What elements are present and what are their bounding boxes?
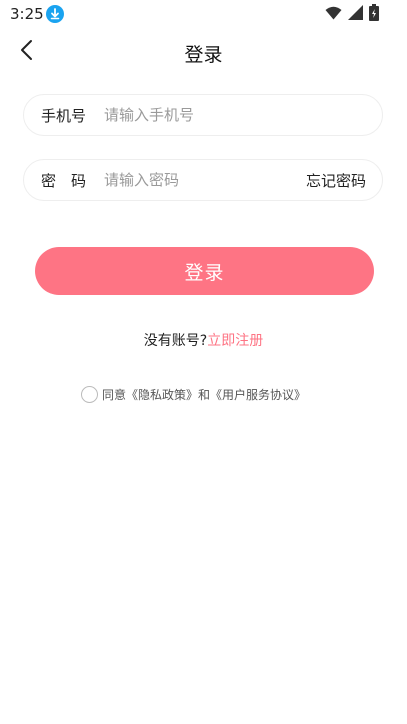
agreement-conjunction: 和 — [198, 388, 211, 402]
password-input[interactable] — [104, 168, 294, 192]
agreement-text: 同意《隐私政策》和《用户服务协议》 — [102, 386, 306, 403]
battery-icon — [369, 3, 379, 25]
user-agreement-link[interactable]: 《用户服务协议》 — [210, 388, 306, 402]
status-icons — [325, 3, 379, 25]
wifi-icon — [325, 5, 342, 24]
status-bar: 3:25 — [0, 0, 407, 28]
forgot-password-link[interactable]: 忘记密码 — [306, 170, 366, 191]
download-notification-icon — [46, 5, 64, 23]
password-label: 密 码 — [41, 172, 87, 190]
status-time: 3:25 — [10, 5, 44, 23]
header: 登录 — [0, 32, 407, 72]
phone-label: 手机号 — [41, 107, 87, 125]
phone-field: 手机号 — [23, 94, 383, 136]
agreement-checkbox[interactable] — [81, 386, 98, 403]
login-button[interactable]: 登录 — [35, 247, 374, 295]
agreement-row: 同意《隐私政策》和《用户服务协议》 — [81, 386, 306, 403]
register-row: 没有账号?立即注册 — [0, 330, 407, 350]
agreement-prefix: 同意 — [102, 388, 127, 402]
password-field: 密 码 忘记密码 — [23, 159, 383, 201]
signal-icon — [348, 4, 363, 24]
page-title: 登录 — [184, 44, 223, 66]
register-link[interactable]: 立即注册 — [207, 333, 263, 349]
privacy-policy-link[interactable]: 《隐私政策》 — [126, 388, 198, 402]
register-prompt: 没有账号? — [143, 333, 208, 349]
phone-input[interactable] — [104, 103, 294, 127]
